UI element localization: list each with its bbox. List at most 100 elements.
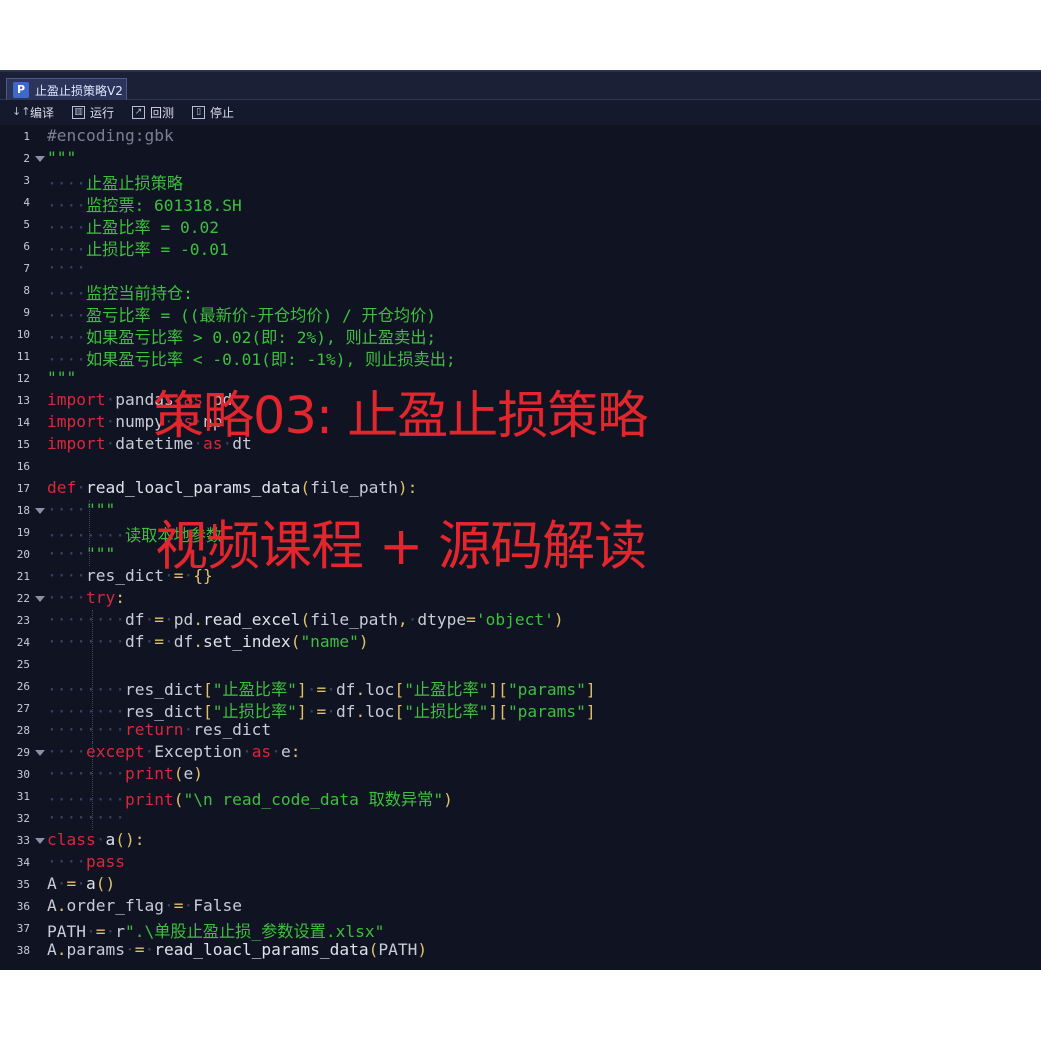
code-line[interactable]: ········return·res_dict bbox=[47, 720, 271, 742]
code-line[interactable]: """ bbox=[47, 368, 76, 390]
fold-arrow-icon[interactable] bbox=[35, 156, 45, 162]
code-token: df bbox=[124, 632, 145, 651]
code-token: ][ bbox=[488, 680, 508, 699]
code-line[interactable]: PATH·=·r".\单股止盈止损_参数设置.xlsx" bbox=[47, 918, 384, 941]
code-line[interactable]: ········df·=·df.set_index("name") bbox=[47, 632, 369, 654]
code-line[interactable]: ····""" bbox=[47, 544, 115, 566]
toolbar: ↓↑ 编译 ▥ 运行 ↗ 回测 ▯ 停止 bbox=[0, 100, 1041, 125]
code-line[interactable]: A·=·a() bbox=[47, 874, 115, 896]
code-token: "止损比率" bbox=[404, 702, 489, 721]
code-line[interactable]: ····监控票: 601318.SH bbox=[47, 192, 242, 215]
code-token: ( bbox=[290, 632, 301, 651]
code-token: 止盈止损策略 bbox=[85, 174, 184, 193]
code-line[interactable]: A.order_flag·=·False bbox=[47, 896, 242, 918]
code-token: . bbox=[193, 610, 203, 629]
code-token: loc bbox=[365, 702, 395, 721]
code-token: ···· bbox=[47, 500, 86, 519]
code-token: a bbox=[86, 874, 96, 893]
code-line[interactable]: ····止损比率 = -0.01 bbox=[47, 236, 229, 259]
code-line[interactable]: ····止盈止损策略 bbox=[47, 170, 184, 193]
code-line[interactable]: ····""" bbox=[47, 500, 115, 522]
code-token: a bbox=[105, 830, 116, 849]
line-number: 10 bbox=[16, 328, 30, 341]
code-line[interactable]: ···· bbox=[47, 258, 86, 280]
code-token: print bbox=[124, 764, 174, 783]
compile-button[interactable]: ↓↑ 编译 bbox=[12, 104, 54, 121]
code-token: 盈亏比率 = ((最新价-开仓均价) / 开仓均价) bbox=[85, 306, 436, 325]
code-token: False bbox=[193, 896, 242, 915]
backtest-button[interactable]: ↗ 回测 bbox=[132, 104, 174, 121]
code-token: """ bbox=[47, 148, 77, 167]
code-token: · bbox=[326, 702, 336, 721]
line-number: 30 bbox=[16, 768, 30, 781]
fold-arrow-icon[interactable] bbox=[35, 596, 45, 602]
code-token: · bbox=[163, 632, 174, 651]
line-number: 6 bbox=[23, 240, 30, 253]
fold-arrow-icon[interactable] bbox=[35, 838, 45, 844]
code-token: 监控当前持仓: bbox=[85, 284, 193, 303]
line-number: 13 bbox=[16, 394, 30, 407]
line-number: 11 bbox=[16, 350, 30, 363]
code-token: · bbox=[105, 434, 116, 453]
code-token: ········ bbox=[47, 790, 125, 809]
code-token: = bbox=[154, 610, 164, 629]
code-line[interactable]: def·read_loacl_params_data(file_path): bbox=[47, 478, 417, 500]
code-token: ) bbox=[443, 790, 453, 809]
code-line[interactable]: ········res_dict["止盈比率"]·=·df.loc["止盈比率"… bbox=[47, 676, 596, 699]
code-token: ) bbox=[358, 632, 369, 651]
code-token: . bbox=[56, 940, 67, 959]
code-line[interactable]: ········df·=·pd.read_excel(file_path,·dt… bbox=[47, 610, 564, 632]
tab-strategy-file[interactable]: P 止盈止损策略V2 bbox=[6, 78, 127, 101]
code-token: return bbox=[124, 720, 184, 739]
code-line[interactable]: ····try: bbox=[47, 588, 125, 610]
run-button[interactable]: ▥ 运行 bbox=[72, 104, 114, 121]
code-line[interactable]: ····except·Exception·as·e: bbox=[47, 742, 300, 764]
line-number: 38 bbox=[16, 944, 30, 957]
code-token: = bbox=[66, 874, 77, 893]
overlay-title: 策略03: 止盈止损策略 bbox=[153, 387, 648, 446]
fold-arrow-icon[interactable] bbox=[35, 750, 45, 756]
tab-bar: P 止盈止损策略V2 bbox=[0, 70, 1041, 101]
backtest-chart-icon: ↗ bbox=[132, 106, 146, 119]
code-token: : bbox=[290, 742, 301, 761]
fold-arrow-icon[interactable] bbox=[35, 508, 45, 514]
line-number: 27 bbox=[16, 702, 30, 715]
compile-icon: ↓↑ bbox=[12, 105, 31, 118]
code-token: import bbox=[47, 412, 106, 431]
code-token: · bbox=[105, 412, 116, 431]
code-line[interactable]: ········res_dict["止损比率"]·=·df.loc["止损比率"… bbox=[47, 698, 596, 721]
code-line[interactable]: ········ bbox=[47, 808, 125, 830]
code-line[interactable]: ····如果盈亏比率 > 0.02(即: 2%), 则止盈卖出; bbox=[47, 324, 436, 347]
code-token: 如果盈亏比率 < -0.01(即: -1%), 则止损卖出; bbox=[85, 350, 456, 369]
code-line[interactable]: ····止盈比率 = 0.02 bbox=[47, 214, 219, 237]
code-token: pd bbox=[173, 610, 194, 629]
indent-guide bbox=[92, 742, 93, 830]
code-token: ···· bbox=[47, 218, 86, 237]
code-line[interactable]: ····如果盈亏比率 < -0.01(即: -1%), 则止损卖出; bbox=[47, 346, 456, 369]
code-token: PATH bbox=[47, 922, 86, 941]
code-token: · bbox=[163, 896, 174, 915]
code-token: df bbox=[335, 680, 356, 699]
line-number: 25 bbox=[16, 658, 30, 671]
code-line[interactable]: ····pass bbox=[47, 852, 125, 874]
code-token: . bbox=[56, 896, 67, 915]
code-line[interactable]: """ bbox=[47, 148, 76, 170]
code-line[interactable]: ········print("\n read_code_data 取数异常") bbox=[47, 786, 453, 809]
code-line[interactable]: ········print(e) bbox=[47, 764, 203, 786]
code-line[interactable]: A.params·=·read_loacl_params_data(PATH) bbox=[47, 940, 427, 962]
code-line[interactable]: ····盈亏比率 = ((最新价-开仓均价) / 开仓均价) bbox=[47, 302, 436, 325]
code-token: ···· bbox=[47, 258, 86, 277]
code-token: except bbox=[85, 742, 145, 761]
stop-button[interactable]: ▯ 停止 bbox=[192, 104, 234, 121]
overlay-subtitle: 视频课程 + 源码解读 bbox=[155, 516, 647, 577]
code-token: PATH bbox=[378, 940, 418, 959]
code-token: set_index bbox=[202, 632, 291, 651]
code-line[interactable]: class·a(): bbox=[47, 830, 144, 852]
code-line[interactable]: #encoding:gbk bbox=[47, 126, 174, 148]
line-number: 22 bbox=[16, 592, 30, 605]
line-number: 32 bbox=[16, 812, 30, 825]
line-number: 7 bbox=[23, 262, 30, 275]
tab-title: 止盈止损策略V2 bbox=[35, 83, 123, 98]
code-token: = bbox=[316, 680, 327, 699]
code-line[interactable]: ····监控当前持仓: bbox=[47, 280, 193, 303]
